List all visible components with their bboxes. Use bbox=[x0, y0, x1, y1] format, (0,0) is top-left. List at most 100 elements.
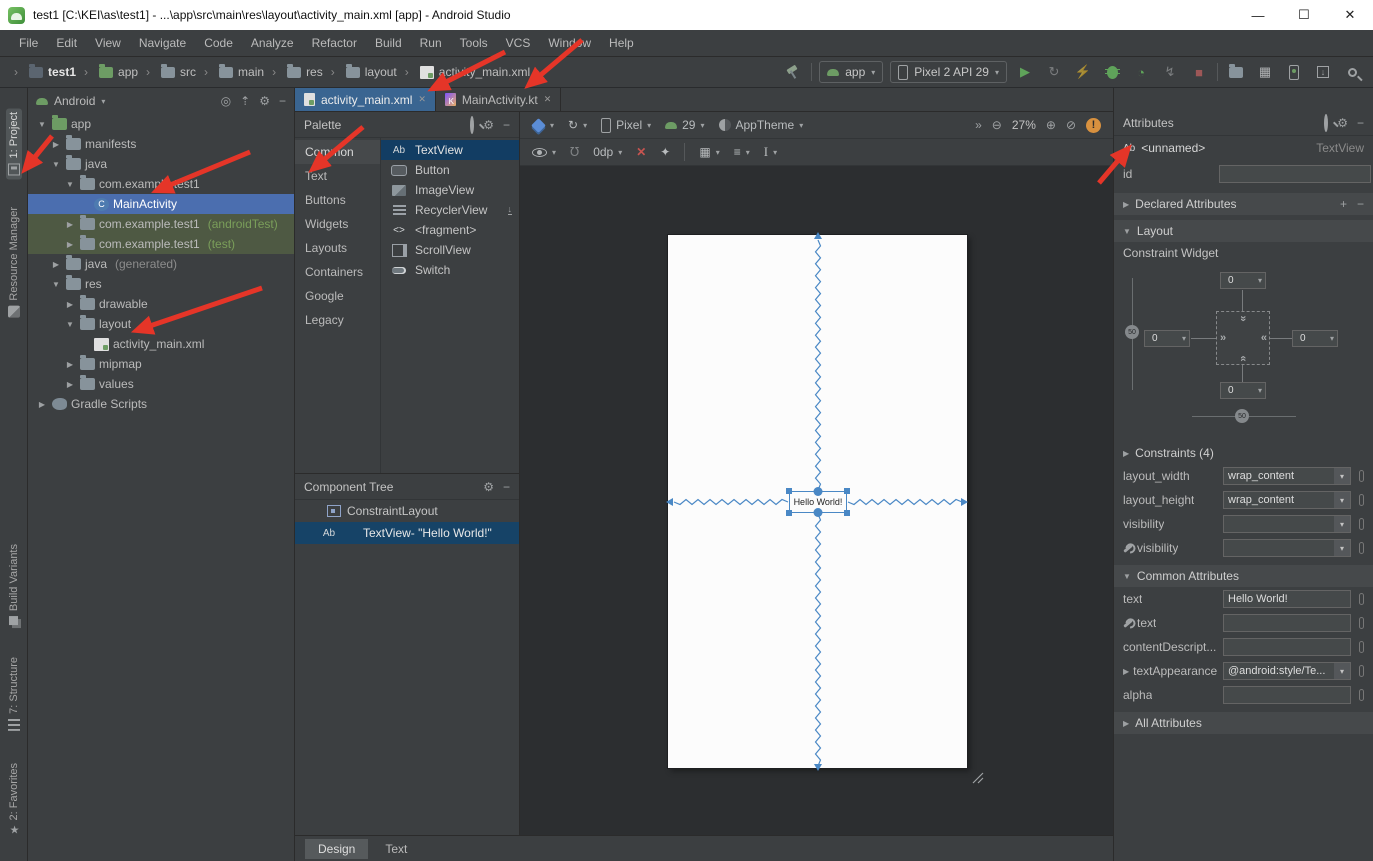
tree-item[interactable]: ▶ drawable bbox=[28, 294, 294, 314]
editor-tab[interactable]: activity_main.xml ✕ bbox=[295, 88, 436, 111]
id-input[interactable] bbox=[1219, 165, 1371, 183]
tree-item[interactable]: ▶ mipmap bbox=[28, 354, 294, 374]
attribute-value-field[interactable] bbox=[1223, 638, 1351, 656]
hide-panel-icon[interactable]: − bbox=[279, 94, 286, 108]
expand-chevron-icon[interactable]: ▶ bbox=[64, 220, 76, 229]
tree-item[interactable]: ▼ res bbox=[28, 274, 294, 294]
align-select[interactable]: ≡▾ bbox=[734, 145, 750, 159]
overflow-chevron-icon[interactable]: » bbox=[975, 118, 982, 132]
menu-item[interactable]: Run bbox=[411, 36, 451, 50]
palette-item[interactable]: RecyclerView bbox=[381, 200, 519, 220]
close-tab-icon[interactable]: ✕ bbox=[544, 94, 552, 105]
palette-category[interactable]: Layouts bbox=[295, 236, 380, 260]
zoom-in-button[interactable]: ⊕ bbox=[1046, 118, 1056, 132]
guideline-select[interactable]: I▾ bbox=[764, 144, 777, 160]
settings-gear-icon[interactable]: ⚙ bbox=[483, 118, 494, 132]
editor-mode-tab[interactable]: Design bbox=[305, 839, 368, 859]
breadcrumb-item[interactable]: res bbox=[268, 65, 327, 79]
project-view-select[interactable]: Android bbox=[54, 94, 95, 108]
expand-chevron-icon[interactable]: ▼ bbox=[64, 320, 76, 329]
breadcrumb-item[interactable]: app bbox=[80, 65, 142, 79]
attribute-value-field[interactable]: @android:style/Te... bbox=[1223, 662, 1351, 680]
menu-item[interactable]: Tools bbox=[451, 36, 497, 50]
tree-item[interactable]: ▼ com.example.test1 bbox=[28, 174, 294, 194]
attribute-value-field[interactable]: wrap_content bbox=[1223, 491, 1351, 509]
tree-item[interactable]: ▼ layout bbox=[28, 314, 294, 334]
menu-item[interactable]: Window bbox=[539, 36, 600, 50]
palette-item[interactable]: Button bbox=[381, 160, 519, 180]
resize-handle[interactable] bbox=[786, 510, 792, 516]
tree-item[interactable]: ▶ Gradle Scripts bbox=[28, 394, 294, 414]
close-button[interactable]: ✕ bbox=[1327, 0, 1373, 30]
orientation-select[interactable]: ↻ ▾ bbox=[568, 118, 587, 132]
menu-item[interactable]: Navigate bbox=[130, 36, 195, 50]
menu-item[interactable]: Help bbox=[600, 36, 643, 50]
expand-chevron-icon[interactable]: ▶ bbox=[64, 360, 76, 369]
palette-category[interactable]: Google bbox=[295, 284, 380, 308]
settings-gear-icon[interactable]: ⚙ bbox=[483, 480, 494, 494]
minimize-button[interactable]: — bbox=[1235, 0, 1281, 30]
expand-chevron-icon[interactable]: ▶ bbox=[36, 400, 48, 409]
tree-item[interactable]: ▼ app bbox=[28, 114, 294, 134]
zoom-fit-button[interactable]: ⊘ bbox=[1066, 118, 1076, 132]
settings-gear-icon[interactable]: ⚙ bbox=[259, 94, 270, 108]
flag-toggle[interactable] bbox=[1359, 641, 1364, 653]
palette-category[interactable]: Text bbox=[295, 164, 380, 188]
menu-item[interactable]: Edit bbox=[47, 36, 86, 50]
palette-category[interactable]: Widgets bbox=[295, 212, 380, 236]
expand-chevron-icon[interactable]: ▼ bbox=[50, 160, 62, 169]
pack-select[interactable]: ▦▾ bbox=[699, 145, 719, 159]
flag-toggle[interactable] bbox=[1359, 665, 1364, 677]
menu-item[interactable]: VCS bbox=[497, 36, 540, 50]
palette-item[interactable]: ImageView bbox=[381, 180, 519, 200]
flag-toggle[interactable] bbox=[1359, 470, 1364, 482]
expand-chevron-icon[interactable]: ▼ bbox=[64, 180, 76, 189]
margin-bottom-select[interactable]: 0▾ bbox=[1220, 382, 1266, 399]
horizontal-bias-slider[interactable]: 50 bbox=[1235, 409, 1249, 423]
constraint-widget-square[interactable]: » « » « bbox=[1216, 311, 1270, 365]
editor-mode-tab[interactable]: Text bbox=[372, 839, 420, 859]
constraint-anchor[interactable] bbox=[814, 487, 823, 496]
locate-file-icon[interactable]: ◎ bbox=[221, 94, 231, 108]
tree-item[interactable]: ▼ java bbox=[28, 154, 294, 174]
tree-item[interactable]: ▶ manifests bbox=[28, 134, 294, 154]
expand-chevron-icon[interactable]: ▶ bbox=[64, 380, 76, 389]
dropdown-arrow-icon[interactable] bbox=[1334, 492, 1350, 508]
expand-chevron-icon[interactable]: ▼ bbox=[36, 120, 48, 129]
theme-select[interactable]: AppTheme▾ bbox=[719, 118, 804, 132]
component-tree-item[interactable]: ConstraintLayout bbox=[295, 500, 519, 522]
margin-top-select[interactable]: 0▾ bbox=[1220, 272, 1266, 289]
tree-item[interactable]: ▶ com.example.test1 (androidTest) bbox=[28, 214, 294, 234]
dropdown-arrow-icon[interactable] bbox=[1334, 540, 1350, 556]
tree-item[interactable]: MainActivity bbox=[28, 194, 294, 214]
layout-section[interactable]: ▼ Layout bbox=[1114, 220, 1373, 242]
layout-inspector-button[interactable]: ▦ bbox=[1254, 61, 1276, 83]
editor-tab[interactable]: MainActivity.kt ✕ bbox=[436, 88, 561, 111]
flag-toggle[interactable] bbox=[1359, 542, 1364, 554]
attach-debugger-button[interactable]: ↯ bbox=[1159, 61, 1181, 83]
tool-window-button[interactable]: 7: Structure bbox=[6, 653, 22, 735]
menu-item[interactable]: View bbox=[86, 36, 130, 50]
common-attributes-section[interactable]: ▼ Common Attributes bbox=[1114, 565, 1373, 587]
component-tree-item[interactable]: Ab TextView- "Hello World!" bbox=[295, 522, 519, 544]
profiler-button[interactable]: ◔ bbox=[1130, 61, 1152, 83]
selected-textview[interactable]: Hello World! bbox=[789, 491, 847, 513]
dropdown-arrow-icon[interactable] bbox=[1334, 516, 1350, 532]
default-margin-select[interactable]: 0dp▾ bbox=[593, 145, 622, 159]
breadcrumb-item[interactable]: src bbox=[142, 65, 200, 79]
flag-toggle[interactable] bbox=[1359, 689, 1364, 701]
palette-category[interactable]: Containers bbox=[295, 260, 380, 284]
debug-button[interactable] bbox=[1101, 61, 1123, 83]
resize-handle[interactable] bbox=[844, 510, 850, 516]
flag-toggle[interactable] bbox=[1359, 494, 1364, 506]
run-config-select[interactable]: app▾ bbox=[819, 61, 883, 83]
margin-right-select[interactable]: 0▾ bbox=[1292, 330, 1338, 347]
build-hammer-icon[interactable] bbox=[782, 61, 804, 83]
flag-toggle[interactable] bbox=[1359, 617, 1364, 629]
menu-item[interactable]: Refactor bbox=[303, 36, 366, 50]
tool-window-button[interactable]: Resource Manager bbox=[6, 203, 22, 322]
search-icon[interactable] bbox=[470, 118, 474, 132]
menu-item[interactable]: Analyze bbox=[242, 36, 303, 50]
flag-toggle[interactable] bbox=[1359, 593, 1364, 605]
constraint-anchor[interactable] bbox=[814, 508, 823, 517]
